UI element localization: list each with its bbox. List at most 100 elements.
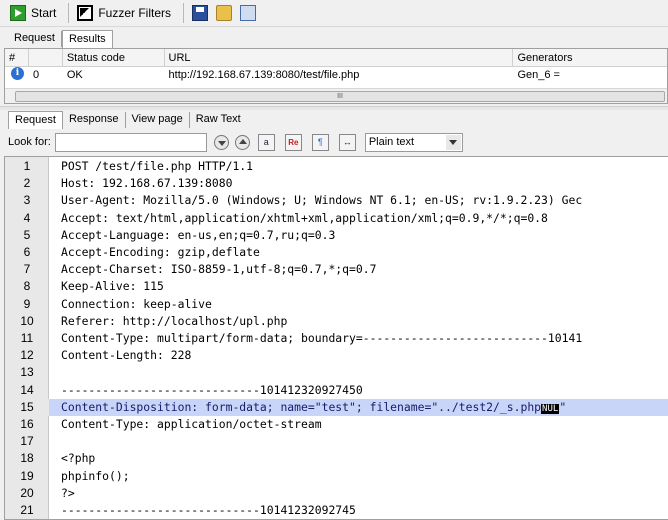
save-icon[interactable] xyxy=(192,5,209,21)
row-status: OK xyxy=(66,69,83,81)
fuzzer-filters-label: Fuzzer Filters xyxy=(98,6,172,20)
code-text: <?php xyxy=(49,450,95,467)
code-line[interactable]: 2 Host: 192.168.67.139:8080 xyxy=(5,175,668,192)
code-line[interactable]: 21 -----------------------------101412320… xyxy=(5,502,668,519)
match-case-icon[interactable]: a xyxy=(257,133,275,151)
line-number: 11 xyxy=(20,331,34,345)
tab-view-page[interactable]: View page xyxy=(126,111,189,129)
code-line[interactable]: 13 xyxy=(5,364,668,381)
export-icon[interactable] xyxy=(240,5,257,21)
line-number: 16 xyxy=(20,417,34,431)
tab-request-top[interactable]: Request xyxy=(8,30,61,48)
code-line[interactable]: 11 Content-Type: multipart/form-data; bou… xyxy=(5,330,668,347)
line-number: 12 xyxy=(20,348,34,363)
start-button[interactable]: Start xyxy=(6,2,60,24)
tab-request[interactable]: Request xyxy=(8,111,63,129)
tab-results[interactable]: Results xyxy=(61,30,113,48)
line-number: 2 xyxy=(23,176,31,191)
col-status-code[interactable]: Status code xyxy=(29,49,165,67)
table-row[interactable]: i 0 OK http://192.168.67.139:8080/test/f… xyxy=(5,67,667,84)
code-text: POST /test/file.php HTTP/1.1 xyxy=(49,158,253,175)
code-line[interactable]: 6 Accept-Encoding: gzip,deflate xyxy=(5,244,668,261)
line-number: 8 xyxy=(23,279,31,294)
search-bar: Look for: a Re ¶ ↔ Plain text xyxy=(0,130,668,154)
line-number: 17 xyxy=(20,434,34,449)
toolbar: Start Fuzzer Filters xyxy=(0,0,668,27)
code-line[interactable]: 5 Accept-Language: en-us,en;q=0.7,ru;q=0.… xyxy=(5,227,668,244)
col-url[interactable]: URL xyxy=(165,49,514,67)
horizontal-scrollbar[interactable]: III xyxy=(5,88,667,103)
line-number: 15 xyxy=(5,398,49,416)
code-line[interactable]: 16 Content-Type: application/octet-stream xyxy=(5,416,668,433)
start-icon xyxy=(10,5,26,21)
code-text: Keep-Alive: 115 xyxy=(49,278,164,295)
look-for-input[interactable] xyxy=(54,132,207,152)
code-text: Host: 192.168.67.139:8080 xyxy=(49,175,232,192)
line-number: 5 xyxy=(23,227,31,242)
row-num: 0 xyxy=(32,69,40,81)
wrap-icon[interactable]: ↔ xyxy=(338,133,356,151)
code-text: phpinfo(); xyxy=(49,468,130,485)
find-next-icon[interactable] xyxy=(213,134,229,150)
panel-splitter[interactable] xyxy=(0,106,668,110)
nul-byte-marker: NUL xyxy=(541,403,560,414)
code-line[interactable]: 3 User-Agent: Mozilla/5.0 (Windows; U; Wi… xyxy=(5,192,668,209)
toolbar-separator xyxy=(183,3,185,23)
info-icon: i xyxy=(11,67,24,80)
code-text: -----------------------------10141232092… xyxy=(49,502,356,519)
line-number: 10 xyxy=(20,313,34,328)
line-number: 20 xyxy=(20,485,34,500)
look-for-label: Look for: xyxy=(8,136,51,148)
request-editor[interactable]: 1 POST /test/file.php HTTP/1.1 2 Host: 192.… xyxy=(4,156,668,520)
code-text: Referer: http://localhost/upl.php xyxy=(49,313,287,330)
results-tabs: Request Results xyxy=(0,30,668,48)
code-line[interactable]: 19 phpinfo(); xyxy=(5,468,668,485)
code-text: Connection: keep-alive xyxy=(49,296,212,313)
find-previous-icon[interactable] xyxy=(234,134,250,150)
code-line[interactable]: 20 ?> xyxy=(5,485,668,502)
toolbar-separator xyxy=(68,3,70,23)
tab-raw-text[interactable]: Raw Text xyxy=(190,111,247,129)
regex-icon[interactable]: Re xyxy=(284,133,302,151)
scroll-thumb[interactable]: III xyxy=(15,91,665,102)
code-line[interactable]: 1 POST /test/file.php HTTP/1.1 xyxy=(5,158,668,175)
code-line[interactable]: 17 xyxy=(5,433,668,450)
code-line[interactable]: 18 <?php xyxy=(5,450,668,467)
chevron-down-icon[interactable] xyxy=(445,134,461,150)
mode-select[interactable]: Plain text xyxy=(364,132,463,152)
code-segment: ?> xyxy=(61,485,75,500)
code-line[interactable]: 7 Accept-Charset: ISO-8859-1,utf-8;q=0.7,… xyxy=(5,261,668,278)
code-segment: Content-Length: 228 xyxy=(61,348,192,363)
table-header: # Status code URL Generators xyxy=(5,49,667,67)
code-line[interactable]: 8 Keep-Alive: 115 xyxy=(5,278,668,295)
tab-response[interactable]: Response xyxy=(63,111,125,129)
code-segment: Accept-Charset: ISO-8859-1,utf-8;q=0.7,*… xyxy=(61,262,377,277)
request-tabs: Request Response View page Raw Text xyxy=(0,111,668,129)
code-text: Content-Length: 228 xyxy=(49,347,191,364)
whitespace-icon[interactable]: ¶ xyxy=(311,133,329,151)
code-segment: Content-Disposition: form-data; name="te… xyxy=(61,399,542,414)
start-label: Start xyxy=(31,6,57,20)
code-line[interactable]: 15 Content-Disposition: form-data; name="… xyxy=(5,398,668,416)
code-line[interactable]: 10 Referer: http://localhost/upl.php xyxy=(5,313,668,330)
results-table: # Status code URL Generators i 0 OK http… xyxy=(4,48,668,104)
code-line[interactable]: 4 Accept: text/html,application/xhtml+xml… xyxy=(5,210,668,227)
code-segment: -----------------------------10141232092… xyxy=(61,382,363,397)
open-folder-icon[interactable] xyxy=(216,5,233,21)
code-text: Content-Type: multipart/form-data; bound… xyxy=(49,330,582,347)
row-icon-cell: i xyxy=(5,67,29,84)
fuzzer-filters-button[interactable]: Fuzzer Filters xyxy=(73,2,175,24)
line-number: 1 xyxy=(23,159,31,173)
code-line[interactable]: 14 -----------------------------101412320… xyxy=(5,382,668,399)
line-number: 14 xyxy=(20,382,34,397)
code-segment: phpinfo(); xyxy=(61,468,130,483)
code-line[interactable]: 12 Content-Length: 228 xyxy=(5,347,668,364)
col-generators[interactable]: Generators xyxy=(513,49,667,67)
code-text: Accept-Encoding: gzip,deflate xyxy=(49,244,260,261)
code-line[interactable]: 9 Connection: keep-alive xyxy=(5,296,668,313)
code-text: Accept-Charset: ISO-8859-1,utf-8;q=0.7,*… xyxy=(49,261,376,278)
col-num[interactable]: # xyxy=(5,49,29,67)
code-segment: Accept: text/html,application/xhtml+xml,… xyxy=(61,210,548,225)
